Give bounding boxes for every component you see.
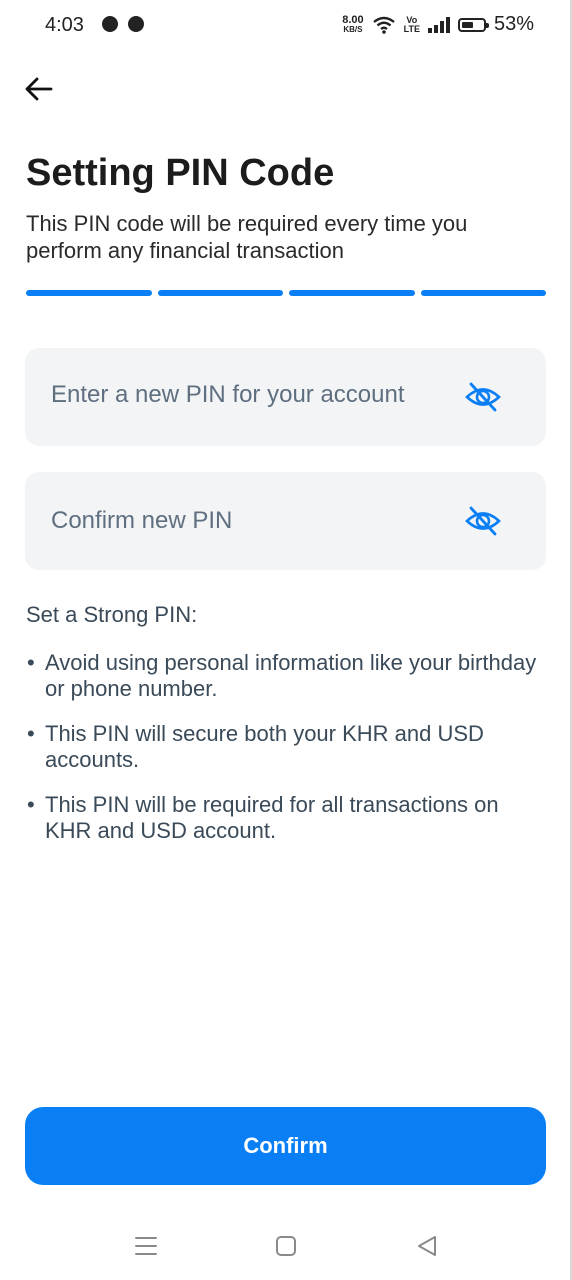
signal-icon: [427, 16, 450, 33]
status-bar: 4:03 8.00 KB/S Vo LTE 53%: [0, 0, 572, 52]
status-right: 8.00 KB/S Vo LTE 53%: [342, 13, 534, 36]
confirm-button[interactable]: Confirm: [25, 1107, 546, 1185]
eye-off-icon: [465, 506, 501, 536]
messenger-icon: [128, 16, 144, 32]
step-progress: [26, 290, 546, 296]
new-pin-visibility-toggle[interactable]: [464, 378, 502, 416]
page-title: Setting PIN Code: [26, 152, 335, 194]
home-icon: [276, 1236, 296, 1256]
arrow-left-icon: [25, 77, 53, 101]
page-subtitle: This PIN code will be required every tim…: [26, 211, 468, 263]
tip-item: This PIN will secure both your KHR and U…: [26, 721, 546, 773]
wifi-icon: [372, 16, 395, 34]
new-pin-placeholder: Enter a new PIN for your account: [51, 381, 405, 408]
tips-list: Avoid using personal information like yo…: [26, 650, 546, 863]
battery-icon: [457, 17, 489, 32]
progress-step: [157, 290, 283, 296]
home-button[interactable]: [273, 1233, 299, 1259]
net-speed: 8.00 KB/S: [342, 13, 364, 35]
chat-bubble-icon: [102, 16, 118, 32]
net-speed-value: 8.00: [342, 13, 364, 26]
menu-button[interactable]: [133, 1233, 159, 1259]
new-pin-field[interactable]: Enter a new PIN for your account: [25, 348, 546, 446]
tip-item: Avoid using personal information like yo…: [26, 650, 546, 702]
confirm-pin-placeholder: Confirm new PIN: [51, 507, 233, 534]
tips-title: Set a Strong PIN:: [26, 602, 198, 627]
system-back-button[interactable]: [414, 1233, 440, 1259]
system-nav-bar: [0, 1215, 572, 1275]
tip-item: This PIN will be required for all transa…: [26, 792, 546, 844]
net-speed-unit: KB/S: [343, 24, 363, 34]
battery-fill: [461, 21, 473, 28]
progress-step: [289, 290, 415, 296]
volte-indicator: Vo LTE: [403, 15, 420, 34]
confirm-pin-field[interactable]: Confirm new PIN: [25, 472, 546, 570]
menu-icon: [135, 1237, 157, 1255]
eye-off-icon: [465, 382, 501, 412]
volte-bottom: LTE: [403, 23, 420, 34]
status-time: 4:03: [45, 14, 84, 36]
back-triangle-icon: [418, 1236, 436, 1256]
back-button[interactable]: [22, 72, 58, 108]
progress-step: [26, 290, 152, 296]
notification-icons: [102, 16, 144, 32]
progress-step: [420, 290, 546, 296]
confirm-pin-visibility-toggle[interactable]: [464, 502, 502, 540]
battery-percent: 53%: [493, 13, 534, 35]
